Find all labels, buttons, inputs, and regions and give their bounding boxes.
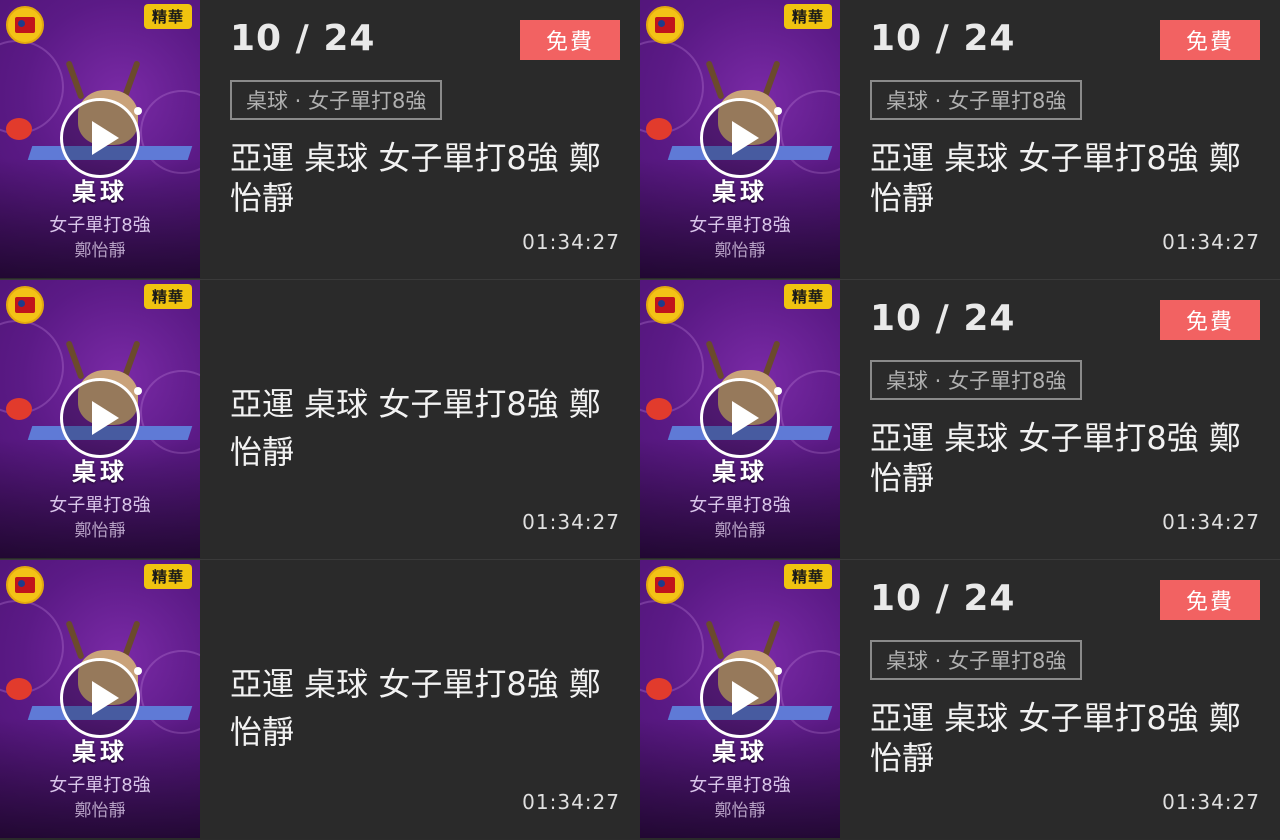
video-card[interactable]: 精華 桌球 女子單打8強 鄭怡靜 10 / 24 免費 桌球 · 女子單打8強 … <box>640 0 1280 280</box>
video-duration: 01:34:27 <box>1162 230 1260 254</box>
team-badge-icon <box>6 286 44 324</box>
thumbnail-event: 女子單打8強 <box>689 775 791 796</box>
highlight-tag: 精華 <box>783 4 832 29</box>
thumbnail-event: 女子單打8強 <box>689 215 791 236</box>
thumbnail-event: 女子單打8強 <box>49 215 151 236</box>
paddle-icon <box>6 678 32 700</box>
team-badge-icon <box>6 566 44 604</box>
video-info: 10 / 24 免費 桌球 · 女子單打8強 亞運 桌球 女子單打8強 鄭怡靜 … <box>870 280 1260 558</box>
category-tag[interactable]: 桌球 · 女子單打8強 <box>870 360 1083 400</box>
highlight-tag: 精華 <box>143 4 192 29</box>
category-tag[interactable]: 桌球 · 女子單打8強 <box>230 80 443 120</box>
video-card[interactable]: 精華 桌球 女子單打8強 鄭怡靜 10 / 24 免費 桌球 · 女子單打8強 … <box>640 279 1280 559</box>
paddle-icon <box>646 678 672 700</box>
thumbnail-athlete: 鄭怡靜 <box>74 521 126 541</box>
video-thumbnail[interactable]: 精華 桌球 女子單打8強 鄭怡靜 <box>640 0 840 278</box>
video-date: 10 / 24 <box>870 18 1016 59</box>
highlight-tag: 精華 <box>783 284 832 309</box>
video-date: 10 / 24 <box>870 578 1016 619</box>
video-date: 10 / 24 <box>870 298 1016 339</box>
thumbnail-athlete: 鄭怡靜 <box>714 801 766 821</box>
paddle-icon <box>646 118 672 140</box>
video-card[interactable]: 精華 桌球 女子單打8強 鄭怡靜 10 / 24 免費 桌球 · 女子單打8強 … <box>640 559 1280 839</box>
paddle-icon <box>6 118 32 140</box>
thumbnail-sport: 桌球 <box>712 178 768 206</box>
video-card[interactable]: 精華 桌球 女子單打8強 鄭怡靜 10 / 24 免費 桌球 · 女子單打8強 … <box>0 0 640 280</box>
video-title[interactable]: 亞運 桌球 女子單打8強 鄭怡靜 <box>870 418 1260 498</box>
video-info: 10 / 24 免費 桌球 · 女子單打8強 亞運 桌球 女子單打8強 鄭怡靜 … <box>870 560 1260 838</box>
team-badge-icon <box>646 286 684 324</box>
highlight-tag: 精華 <box>143 284 192 309</box>
thumbnail-event: 女子單打8強 <box>49 775 151 796</box>
video-card[interactable]: 精華 桌球 女子單打8強 鄭怡靜 亞運 桌球 女子單打8強 鄭怡靜 01:34:… <box>0 279 640 559</box>
video-info: 10 / 24 免費 桌球 · 女子單打8強 亞運 桌球 女子單打8強 鄭怡靜 … <box>230 0 620 278</box>
thumbnail-athlete: 鄭怡靜 <box>74 801 126 821</box>
paddle-icon <box>6 398 32 420</box>
highlight-tag: 精華 <box>143 564 192 589</box>
paddle-icon <box>646 398 672 420</box>
video-title[interactable]: 亞運 桌球 女子單打8強 鄭怡靜 <box>230 380 620 476</box>
play-icon[interactable] <box>60 378 140 458</box>
play-icon[interactable] <box>60 98 140 178</box>
thumbnail-sport: 桌球 <box>72 458 128 486</box>
free-badge: 免費 <box>1160 300 1260 340</box>
thumbnail-sport: 桌球 <box>72 178 128 206</box>
category-tag[interactable]: 桌球 · 女子單打8強 <box>870 80 1083 120</box>
video-grid: 精華 桌球 女子單打8強 鄭怡靜 10 / 24 免費 桌球 · 女子單打8強 … <box>0 0 1280 840</box>
play-icon[interactable] <box>700 98 780 178</box>
video-title[interactable]: 亞運 桌球 女子單打8強 鄭怡靜 <box>870 138 1260 218</box>
play-icon[interactable] <box>700 658 780 738</box>
free-badge: 免費 <box>520 20 620 60</box>
free-badge: 免費 <box>1160 20 1260 60</box>
play-icon[interactable] <box>700 378 780 458</box>
video-thumbnail[interactable]: 精華 桌球 女子單打8強 鄭怡靜 <box>0 560 200 838</box>
video-info: 10 / 24 免費 桌球 · 女子單打8強 亞運 桌球 女子單打8強 鄭怡靜 … <box>870 0 1260 278</box>
team-badge-icon <box>6 6 44 44</box>
highlight-tag: 精華 <box>783 564 832 589</box>
free-badge: 免費 <box>1160 580 1260 620</box>
thumbnail-sport: 桌球 <box>712 738 768 766</box>
thumbnail-event: 女子單打8強 <box>689 495 791 516</box>
play-icon[interactable] <box>60 658 140 738</box>
thumbnail-athlete: 鄭怡靜 <box>714 521 766 541</box>
video-duration: 01:34:27 <box>522 230 620 254</box>
video-thumbnail[interactable]: 精華 桌球 女子單打8強 鄭怡靜 <box>0 280 200 558</box>
video-title[interactable]: 亞運 桌球 女子單打8強 鄭怡靜 <box>230 660 620 756</box>
video-card[interactable]: 精華 桌球 女子單打8強 鄭怡靜 亞運 桌球 女子單打8強 鄭怡靜 01:34:… <box>0 559 640 839</box>
video-thumbnail[interactable]: 精華 桌球 女子單打8強 鄭怡靜 <box>640 560 840 838</box>
video-duration: 01:34:27 <box>1162 790 1260 814</box>
video-info: 亞運 桌球 女子單打8強 鄭怡靜 01:34:27 <box>230 280 620 558</box>
thumbnail-sport: 桌球 <box>712 458 768 486</box>
video-thumbnail[interactable]: 精華 桌球 女子單打8強 鄭怡靜 <box>0 0 200 278</box>
video-title[interactable]: 亞運 桌球 女子單打8強 鄭怡靜 <box>870 698 1260 778</box>
video-duration: 01:34:27 <box>522 790 620 814</box>
video-date: 10 / 24 <box>230 18 376 59</box>
thumbnail-sport: 桌球 <box>72 738 128 766</box>
thumbnail-athlete: 鄭怡靜 <box>714 241 766 261</box>
video-info: 亞運 桌球 女子單打8強 鄭怡靜 01:34:27 <box>230 560 620 838</box>
team-badge-icon <box>646 566 684 604</box>
thumbnail-event: 女子單打8強 <box>49 495 151 516</box>
video-duration: 01:34:27 <box>522 510 620 534</box>
video-duration: 01:34:27 <box>1162 510 1260 534</box>
video-title[interactable]: 亞運 桌球 女子單打8強 鄭怡靜 <box>230 138 620 218</box>
thumbnail-athlete: 鄭怡靜 <box>74 241 126 261</box>
category-tag[interactable]: 桌球 · 女子單打8強 <box>870 640 1083 680</box>
team-badge-icon <box>646 6 684 44</box>
video-thumbnail[interactable]: 精華 桌球 女子單打8強 鄭怡靜 <box>640 280 840 558</box>
